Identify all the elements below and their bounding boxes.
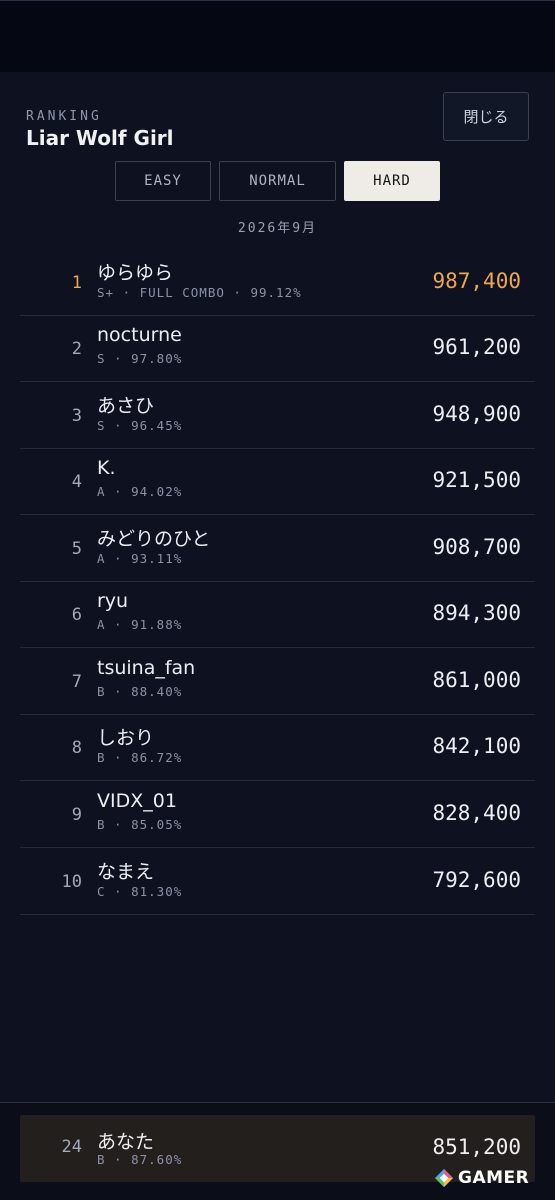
tab-normal[interactable]: NORMAL [219, 161, 336, 201]
score: 894,300 [432, 601, 521, 625]
grade-accuracy: S · 97.80% [97, 351, 183, 366]
top-bar [0, 0, 555, 72]
score: 987,400 [432, 269, 521, 293]
player-name: nocturne [97, 324, 182, 346]
grade-accuracy: B · 88.40% [97, 684, 183, 699]
ranking-row[interactable]: 5 みどりのひと A · 93.11% 908,700 [20, 515, 535, 582]
score: 851,200 [432, 1135, 521, 1159]
ranking-row[interactable]: 7 tsuina_fan B · 88.40% 861,000 [20, 648, 535, 715]
player-name: みどりのひと [97, 528, 211, 550]
rank-number: 24 [61, 1137, 82, 1157]
ranking-row[interactable]: 1 ゆらゆら S+ · FULL COMBO · 99.12% 987,400 [20, 249, 535, 316]
ranking-row[interactable]: 4 K. A · 94.02% 921,500 [20, 448, 535, 515]
score: 948,900 [432, 402, 521, 426]
score: 961,200 [432, 335, 521, 359]
grade-accuracy: B · 85.05% [97, 817, 183, 832]
ranking-row[interactable]: 2 nocturne S · 97.80% 961,200 [20, 315, 535, 382]
grade-accuracy: S · 96.45% [97, 418, 183, 433]
grade-accuracy: A · 94.02% [97, 484, 183, 499]
rank-number: 9 [71, 805, 82, 825]
player-name: あなた [97, 1131, 155, 1153]
gamer-watermark: GAMER [434, 1168, 529, 1188]
rank-number: 6 [71, 605, 82, 625]
gamer-logo-icon [434, 1168, 454, 1188]
period-label: 2026年9月 [237, 221, 318, 236]
grade-accuracy: S+ · FULL COMBO · 99.12% [97, 285, 302, 300]
score: 908,700 [432, 535, 521, 559]
tab-hard[interactable]: HARD [344, 161, 440, 201]
player-name: K. [97, 457, 116, 479]
grade-accuracy: B · 86.72% [97, 750, 183, 765]
player-name: tsuina_fan [97, 657, 196, 679]
grade-accuracy: B · 87.60% [97, 1152, 183, 1167]
score: 828,400 [432, 801, 521, 825]
song-title: Liar Wolf Girl [26, 126, 174, 150]
score: 792,600 [432, 868, 521, 892]
rank-number: 10 [61, 872, 82, 892]
section-eyebrow: RANKING [26, 109, 102, 124]
player-name: あさひ [97, 395, 155, 417]
rank-number: 1 [71, 273, 82, 293]
close-button[interactable]: 閉じる [443, 92, 529, 141]
ranking-row[interactable]: 10 なまえ C · 81.30% 792,600 [20, 848, 535, 915]
player-name: ゆらゆら [97, 262, 174, 284]
rank-number: 5 [71, 539, 82, 559]
score: 921,500 [432, 468, 521, 492]
ranking-row[interactable]: 8 しおり B · 86.72% 842,100 [20, 714, 535, 781]
ranking-row[interactable]: 3 あさひ S · 96.45% 948,900 [20, 382, 535, 449]
rank-number: 8 [71, 738, 82, 758]
grade-accuracy: C · 81.30% [97, 884, 183, 899]
grade-accuracy: A · 91.88% [97, 617, 183, 632]
player-name: なまえ [97, 861, 155, 883]
watermark-text: GAMER [458, 1168, 530, 1188]
player-name: VIDX_01 [97, 790, 177, 812]
rank-number: 2 [71, 339, 82, 359]
grade-accuracy: A · 93.11% [97, 551, 183, 566]
score: 842,100 [432, 734, 521, 758]
rank-number: 7 [71, 672, 82, 692]
rank-number: 4 [71, 472, 82, 492]
rank-number: 3 [71, 406, 82, 426]
ranking-row[interactable]: 9 VIDX_01 B · 85.05% 828,400 [20, 781, 535, 848]
player-name: ryu [97, 590, 129, 612]
ranking-row[interactable]: 6 ryu A · 91.88% 894,300 [20, 581, 535, 648]
tab-easy[interactable]: EASY [115, 161, 211, 201]
score: 861,000 [432, 668, 521, 692]
player-name: しおり [97, 727, 155, 749]
